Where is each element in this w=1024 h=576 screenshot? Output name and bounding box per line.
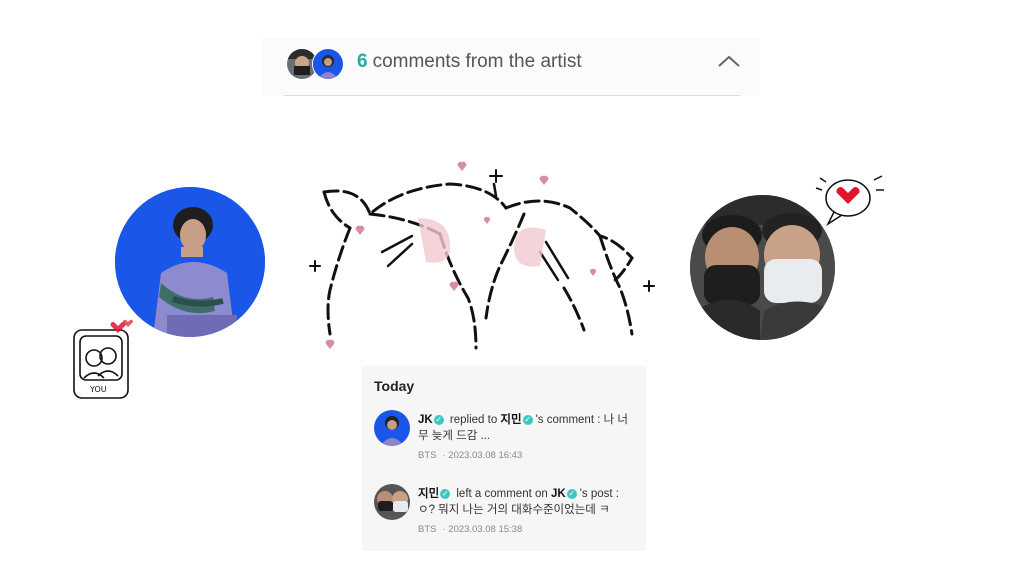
verified-icon: ✓ [522, 414, 533, 425]
you-label: YOU [89, 385, 107, 394]
action-suffix: 's post : [579, 488, 619, 500]
notification-card: Today JK ✓ replied to 지민 ✓'s comment : 나 너… [362, 366, 646, 551]
group-name: BTS [418, 524, 437, 535]
photo-frame-you-doodle: YOU [73, 319, 134, 399]
notification-meta: BTS · 2023.03.08 15:38 [418, 522, 636, 538]
author-name[interactable]: 지민 [418, 488, 439, 500]
timestamp: · 2023.03.08 16:43 [442, 450, 523, 461]
banner-title: 6 comments from the artist [357, 51, 582, 73]
jk-avatar [374, 410, 410, 446]
target-name[interactable]: JK [551, 488, 566, 500]
comment-content: ㅇ? 뭐지 나는 거의 대화수준이었는데 ㅋ [418, 504, 610, 516]
artist-comments-banner[interactable]: 6 comments from the artist [262, 38, 760, 96]
comment-count: 6 [357, 51, 368, 72]
kissing-cats-doodle [309, 161, 655, 350]
banner-label: comments from the artist [372, 51, 582, 72]
action-suffix: 's comment : [535, 414, 601, 426]
action-text: replied to [449, 414, 498, 426]
notification-meta: BTS · 2023.03.08 16:43 [418, 448, 636, 464]
verified-icon: ✓ [440, 488, 451, 499]
jimin-avatar [374, 484, 410, 520]
timestamp: · 2023.03.08 15:38 [442, 524, 523, 535]
heart-speech-bubble-doodle [815, 175, 884, 227]
artist-photo-left [115, 187, 265, 337]
artist-avatar-small-2 [312, 48, 344, 80]
target-name[interactable]: 지민 [500, 414, 521, 426]
verified-icon: ✓ [566, 488, 577, 499]
author-name[interactable]: JK [418, 414, 433, 426]
banner-underline [284, 95, 740, 96]
verified-icon: ✓ [433, 414, 444, 425]
group-name: BTS [418, 450, 437, 461]
notifications-heading: Today [374, 378, 415, 394]
action-text: left a comment on [456, 488, 548, 500]
chevron-up-icon[interactable] [716, 52, 742, 70]
